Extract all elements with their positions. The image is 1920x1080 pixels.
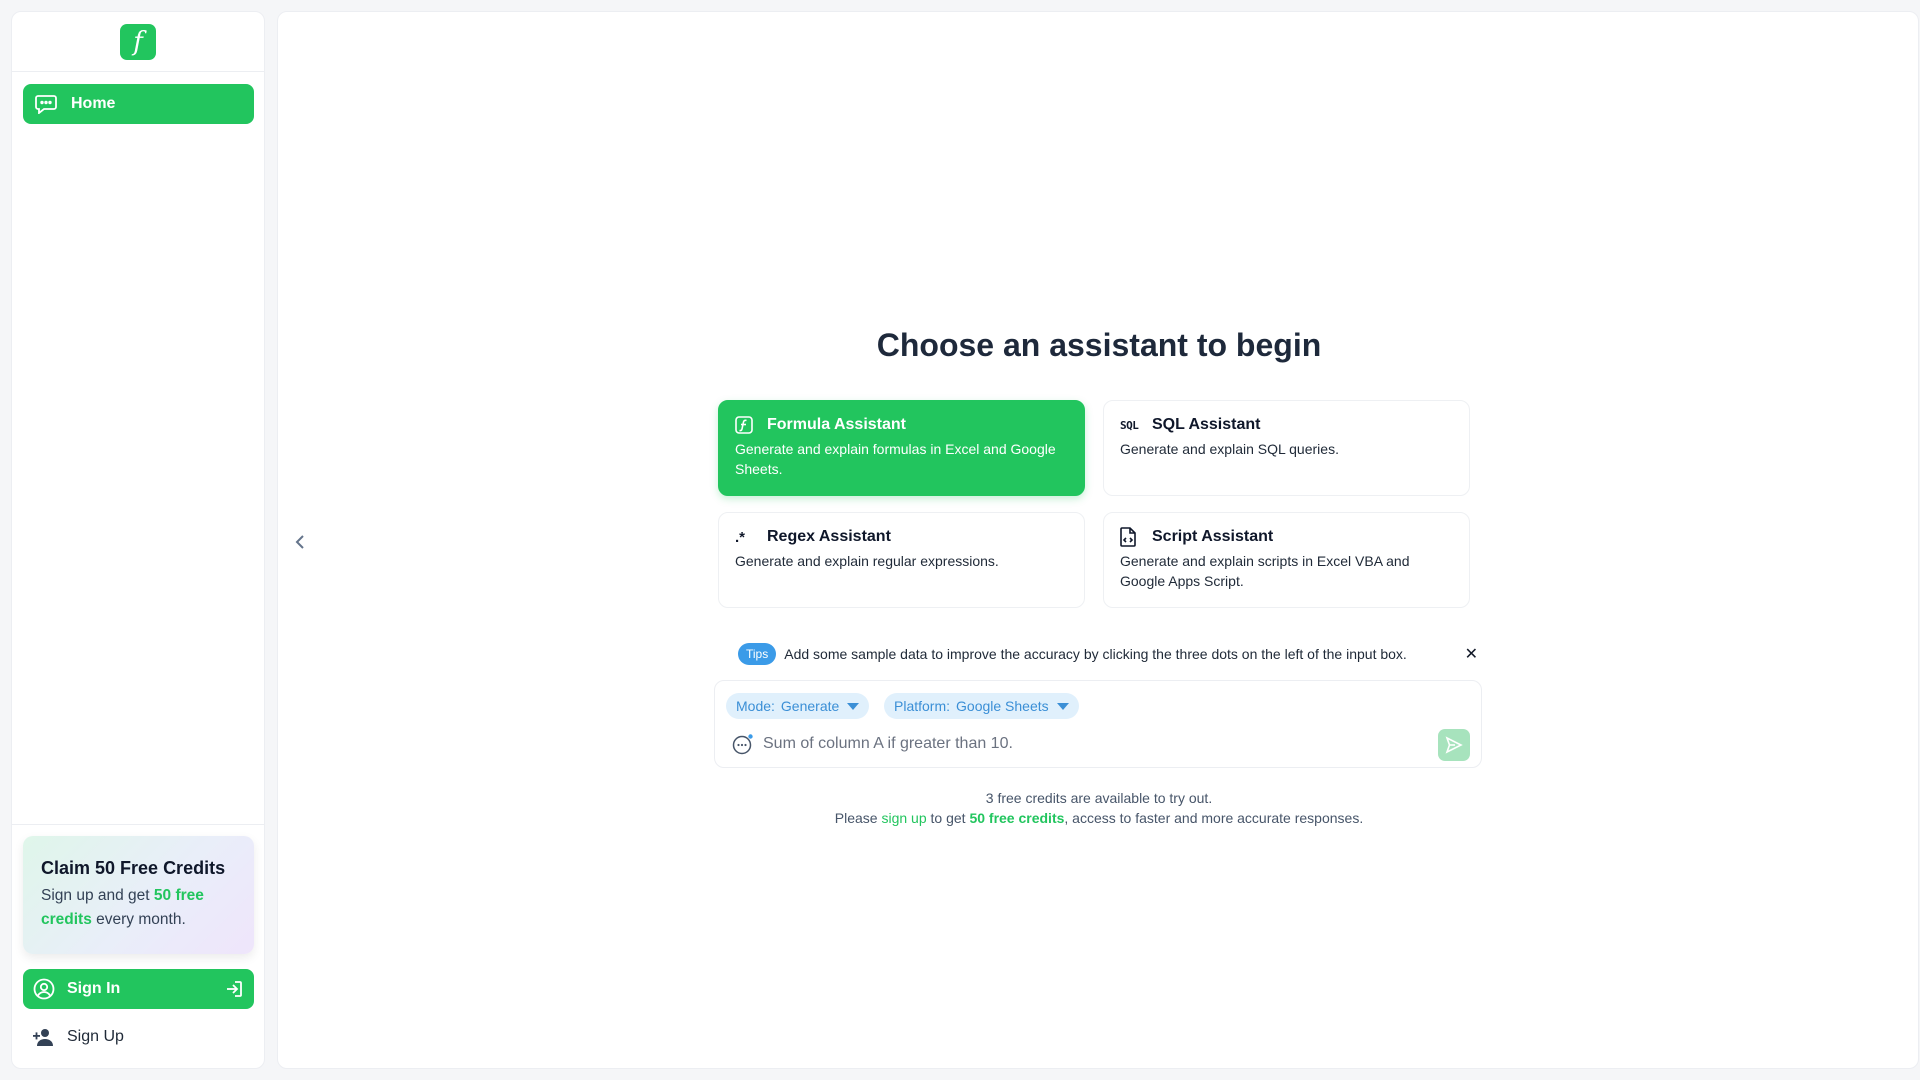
page-title: Choose an assistant to begin bbox=[876, 327, 1322, 363]
formula-assistant-card[interactable]: Formula Assistant Generate and explain f… bbox=[718, 400, 1085, 496]
script-assistant-card[interactable]: Script Assistant Generate and explain sc… bbox=[1103, 512, 1470, 608]
platform-value: Google Sheets bbox=[956, 698, 1049, 714]
free-credits-line: 3 free credits are available to try out. bbox=[985, 790, 1213, 806]
sidebar: f Home Claim 50 Free Credits Sign up and… bbox=[11, 11, 265, 1069]
please-text: Please bbox=[834, 810, 882, 826]
sql-icon: SQL bbox=[1120, 418, 1139, 432]
login-arrow-icon bbox=[227, 981, 242, 997]
card-description: Generate and explain regular expressions… bbox=[735, 553, 999, 569]
more-dots-icon bbox=[732, 734, 753, 755]
promo-text: Sign up and get 50 free credits every mo… bbox=[41, 884, 236, 932]
user-circle-icon bbox=[33, 978, 55, 1000]
script-icon bbox=[1120, 527, 1144, 547]
sidebar-divider bbox=[12, 824, 264, 825]
sign-in-button[interactable]: Sign In bbox=[23, 969, 254, 1009]
card-header: Script Assistant bbox=[1120, 527, 1453, 547]
credits-footnote: 3 free credits are available to try out.… bbox=[278, 788, 1920, 828]
signup-prompt-line: Please sign up to get 50 free credits, a… bbox=[278, 808, 1920, 828]
platform-dropdown[interactable]: Platform: Google Sheets bbox=[884, 693, 1079, 719]
prompt-input[interactable] bbox=[763, 731, 1413, 757]
sql-assistant-card[interactable]: SQL SQL Assistant Generate and explain S… bbox=[1103, 400, 1470, 496]
chevron-left-icon bbox=[295, 535, 304, 549]
logo-area: f bbox=[12, 12, 264, 72]
card-description: Generate and explain SQL queries. bbox=[1120, 441, 1339, 457]
sign-up-button[interactable]: Sign Up bbox=[23, 1017, 254, 1057]
card-title: Regex Assistant bbox=[767, 528, 891, 545]
main-panel: Choose an assistant to begin Formula Ass… bbox=[277, 11, 1919, 1069]
card-description: Generate and explain formulas in Excel a… bbox=[735, 441, 1056, 477]
regex-icon: .* bbox=[735, 528, 746, 546]
promo-text-after: every month. bbox=[91, 911, 186, 928]
sidebar-item-home[interactable]: Home bbox=[23, 84, 254, 124]
mode-value: Generate bbox=[780, 698, 840, 714]
sample-data-button[interactable] bbox=[732, 733, 754, 755]
close-tips-button[interactable]: ✕ bbox=[1465, 644, 1478, 664]
prompt-box: Mode: Generate Platform: Google Sheets bbox=[714, 680, 1482, 768]
tips-text: Add some sample data to improve the accu… bbox=[784, 646, 1407, 662]
tips-badge: Tips bbox=[738, 643, 777, 665]
collapse-sidebar-button[interactable] bbox=[290, 532, 310, 552]
sidebar-item-label: Home bbox=[71, 95, 116, 112]
caret-down-icon bbox=[847, 702, 860, 710]
credits-highlight: 50 free credits bbox=[969, 810, 1065, 826]
mode-dropdown[interactable]: Mode: Generate bbox=[726, 693, 870, 719]
rest-text: , access to faster and more accurate res… bbox=[1064, 810, 1364, 826]
sign-up-label: Sign Up bbox=[67, 1028, 124, 1045]
mode-label: Mode: bbox=[736, 698, 775, 714]
tips-banner: Tips Add some sample data to improve the… bbox=[738, 642, 1478, 666]
sign-up-link[interactable]: sign up bbox=[881, 810, 926, 826]
promo-title: Claim 50 Free Credits bbox=[41, 858, 226, 878]
promo-text-before: Sign up and get bbox=[41, 887, 154, 904]
caret-down-icon bbox=[1056, 702, 1069, 710]
to-get-text: to get bbox=[926, 810, 970, 826]
formula-icon bbox=[735, 415, 759, 435]
card-title: Formula Assistant bbox=[767, 416, 906, 433]
app-logo[interactable]: f bbox=[120, 23, 156, 60]
card-description: Generate and explain scripts in Excel VB… bbox=[1120, 553, 1410, 589]
user-plus-icon bbox=[33, 1029, 53, 1046]
card-header: .* Regex Assistant bbox=[735, 527, 1068, 547]
chat-icon bbox=[35, 95, 57, 114]
platform-label: Platform: bbox=[894, 698, 951, 714]
card-title: SQL Assistant bbox=[1152, 416, 1261, 433]
send-icon bbox=[1445, 736, 1463, 754]
claim-credits-promo: Claim 50 Free Credits Sign up and get 50… bbox=[23, 836, 254, 954]
card-title: Script Assistant bbox=[1152, 528, 1274, 545]
regex-assistant-card[interactable]: .* Regex Assistant Generate and explain … bbox=[718, 512, 1085, 608]
card-header: SQL SQL Assistant bbox=[1120, 415, 1453, 435]
sign-in-label: Sign In bbox=[67, 980, 121, 997]
card-header: Formula Assistant bbox=[735, 415, 1068, 435]
send-button[interactable] bbox=[1438, 729, 1470, 761]
